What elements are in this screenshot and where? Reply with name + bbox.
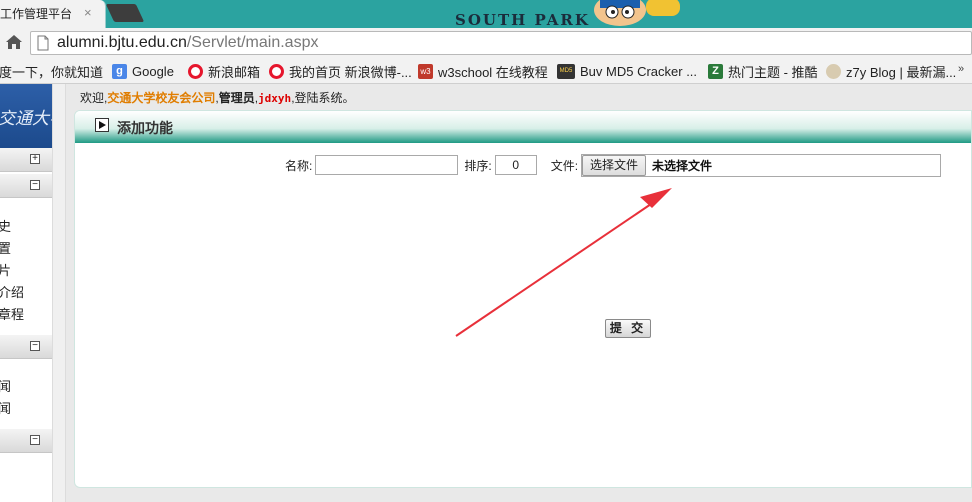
- sidebar-item[interactable]: 闻: [0, 398, 11, 417]
- bookmark-label: z7y Blog | 最新漏...: [846, 64, 957, 80]
- collapse-icon[interactable]: −: [30, 435, 40, 445]
- bookmark-md5[interactable]: MD5 Buv MD5 Cracker ...: [557, 62, 697, 80]
- sidebar-group-2[interactable]: −: [0, 174, 52, 198]
- file-status: 未选择文件: [652, 158, 713, 173]
- url-path: /Servlet/main.aspx: [186, 34, 319, 51]
- url-text: alumni.bjtu.edu.cn/Servlet/main.aspx: [57, 34, 318, 52]
- sidebar-item[interactable]: 闻: [0, 376, 11, 395]
- collapse-icon[interactable]: −: [30, 180, 40, 190]
- google-icon: g: [112, 63, 127, 79]
- user-role: 管理员: [218, 91, 255, 105]
- new-tab-button[interactable]: [105, 4, 145, 22]
- welcome-prefix: 欢迎,: [80, 91, 108, 105]
- name-label: 名称:: [285, 158, 313, 173]
- welcome-message: 欢迎,交通大学校友会公司,管理员,jdxyh,登陆系统。: [80, 89, 355, 106]
- sidebar-item[interactable]: 介绍: [0, 282, 24, 301]
- bookmark-label: Buv MD5 Cracker ...: [580, 63, 698, 79]
- add-function-panel: 添加功能 名称: 排序: 0 文件: 选择文件 未选择文件 提 交: [74, 110, 972, 488]
- address-bar-row: alumni.bjtu.edu.cn/Servlet/main.aspx: [0, 28, 972, 58]
- bookmark-label: Google: [132, 63, 174, 79]
- bookmarks-bar: 百度一下，你就知道 g Google 新浪邮箱 我的首页 新浪微博-... w3…: [0, 58, 972, 84]
- page-icon: [37, 35, 49, 51]
- file-input[interactable]: 选择文件 未选择文件: [581, 153, 942, 177]
- bookmark-overflow-icon[interactable]: »: [958, 63, 964, 75]
- submit-button[interactable]: 提 交: [605, 319, 651, 338]
- sort-input[interactable]: 0: [494, 155, 537, 175]
- sidebar-item[interactable]: 片: [0, 260, 11, 279]
- z7y-icon: [826, 63, 841, 79]
- bookmark-sina-mail[interactable]: 新浪邮箱: [188, 62, 260, 80]
- sidebar-item[interactable]: 史: [0, 216, 11, 235]
- sidebar-scrollbar[interactable]: [52, 84, 66, 502]
- welcome-suffix: ,登陆系统。: [291, 91, 355, 105]
- choose-file-button[interactable]: 选择文件: [582, 154, 647, 176]
- home-icon[interactable]: [4, 32, 24, 52]
- bookmark-baidu[interactable]: 百度一下，你就知道: [0, 62, 103, 80]
- sidebar-group-4[interactable]: −: [0, 429, 52, 453]
- bookmark-google[interactable]: g Google: [112, 62, 174, 80]
- collapse-icon[interactable]: −: [30, 341, 40, 351]
- username: jdxyh: [258, 92, 292, 105]
- sidebar-item[interactable]: 章程: [0, 304, 24, 323]
- add-form-row: 名称: 排序: 0 文件: 选择文件 未选择文件: [285, 153, 942, 177]
- url-input[interactable]: alumni.bjtu.edu.cn/Servlet/main.aspx: [30, 31, 972, 55]
- close-icon[interactable]: ×: [84, 5, 92, 20]
- bookmark-tuicool[interactable]: Z 热门主题 - 推酷: [708, 62, 818, 80]
- sidebar-group-3[interactable]: −: [0, 335, 52, 359]
- bookmark-label: 新浪邮箱: [208, 64, 261, 80]
- tuicool-icon: Z: [708, 63, 723, 79]
- bookmark-w3school[interactable]: w3 w3school 在线教程: [418, 62, 548, 80]
- bookmark-label: 百度一下，你就知道: [0, 64, 104, 80]
- bookmark-label: 热门主题 - 推酷: [728, 64, 818, 80]
- banner-art-image: SOUTH PARK: [455, 0, 680, 28]
- expand-icon[interactable]: +: [30, 154, 40, 164]
- bookmark-z7y[interactable]: z7y Blog | 最新漏...: [826, 62, 956, 80]
- sort-label: 排序:: [464, 158, 492, 173]
- file-label: 文件:: [550, 158, 579, 173]
- play-icon: [95, 118, 109, 132]
- bookmark-label: w3school 在线教程: [438, 64, 548, 80]
- sina-icon: [188, 63, 203, 79]
- sidebar-group-1[interactable]: +: [0, 148, 52, 172]
- weibo-icon: [269, 63, 284, 79]
- bookmark-weibo[interactable]: 我的首页 新浪微博-...: [269, 62, 412, 80]
- page-bottom: [66, 488, 972, 502]
- svg-text:SOUTH PARK: SOUTH PARK: [455, 11, 590, 28]
- tab-title: 工作管理平台: [0, 7, 73, 21]
- w3school-icon: w3: [418, 63, 433, 79]
- panel-title: 添加功能: [117, 120, 173, 136]
- bookmark-label: 我的首页 新浪微博-...: [289, 64, 412, 80]
- sidebar: 交通大学 + − 史 置 片 介绍 章程 − 闻 闻 −: [0, 84, 52, 502]
- logo-text: 交通大学: [0, 109, 52, 129]
- logo: 交通大学: [0, 84, 52, 148]
- name-input[interactable]: [315, 155, 459, 175]
- panel-header: 添加功能: [75, 111, 971, 143]
- md5-icon: MD5: [557, 63, 575, 79]
- company-name: 交通大学校友会公司: [107, 91, 216, 105]
- tab-strip: 工作管理平台 × SOUTH PARK: [0, 0, 972, 28]
- sidebar-item[interactable]: 置: [0, 238, 11, 257]
- browser-tab[interactable]: 工作管理平台 ×: [0, 0, 106, 28]
- url-host: alumni.bjtu.edu.cn: [57, 34, 187, 51]
